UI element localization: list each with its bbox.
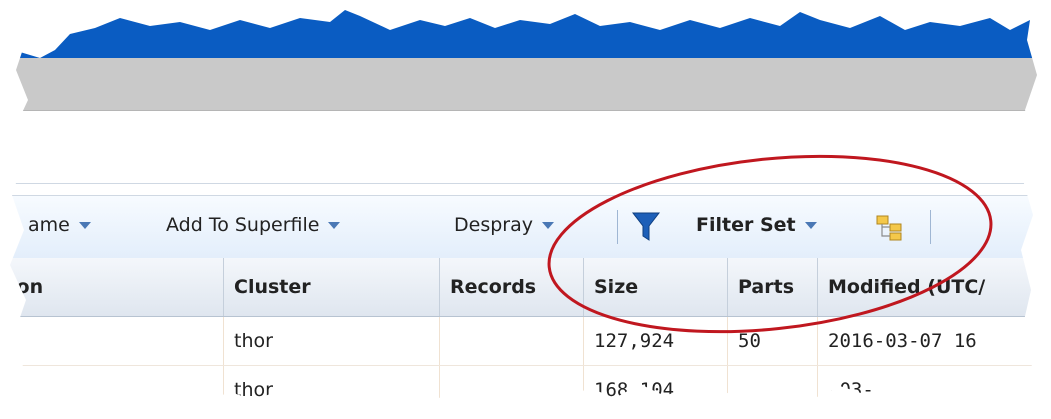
chevron-down-icon (78, 222, 91, 229)
despray-label: Despray (454, 214, 533, 236)
add-to-superfile-button[interactable]: Add To Superfile (166, 214, 341, 236)
tree-view-icon[interactable] (876, 215, 904, 241)
toolbar-separator (617, 210, 618, 244)
despray-button[interactable]: Despray (454, 214, 554, 236)
secondary-nav-bar (0, 58, 1051, 111)
column-header-size[interactable]: Size (584, 258, 728, 316)
cell-parts: 50 (728, 317, 818, 365)
table-row[interactable]: thor 127,924 50 2016-03-07 16 (0, 317, 1051, 366)
files-grid-header: ion Cluster Records Size Parts Modified … (0, 258, 1051, 317)
torn-edge-right (1021, 0, 1051, 419)
add-to-superfile-label: Add To Superfile (166, 214, 320, 236)
torn-edge-left (0, 0, 28, 419)
filter-set-label: Filter Set (696, 214, 796, 236)
chevron-down-icon (541, 222, 554, 229)
column-header-cluster[interactable]: Cluster (224, 258, 440, 316)
torn-edge-bottom (0, 378, 1051, 419)
files-toolbar: ame Add To Superfile Despray Filter Set (0, 195, 1051, 259)
filter-funnel-icon[interactable] (632, 212, 660, 242)
content-area (0, 111, 1051, 184)
cell-cluster: thor (224, 317, 440, 365)
torn-edge-top (0, 0, 1051, 60)
chevron-down-icon (804, 222, 817, 229)
filter-set-button[interactable]: Filter Set (696, 214, 817, 236)
column-header-records[interactable]: Records (440, 258, 584, 316)
chevron-down-icon (328, 222, 341, 229)
toolbar-separator (930, 210, 931, 244)
column-header-parts[interactable]: Parts (728, 258, 818, 316)
cell-records (440, 317, 584, 365)
cell-size: 127,924 (584, 317, 728, 365)
